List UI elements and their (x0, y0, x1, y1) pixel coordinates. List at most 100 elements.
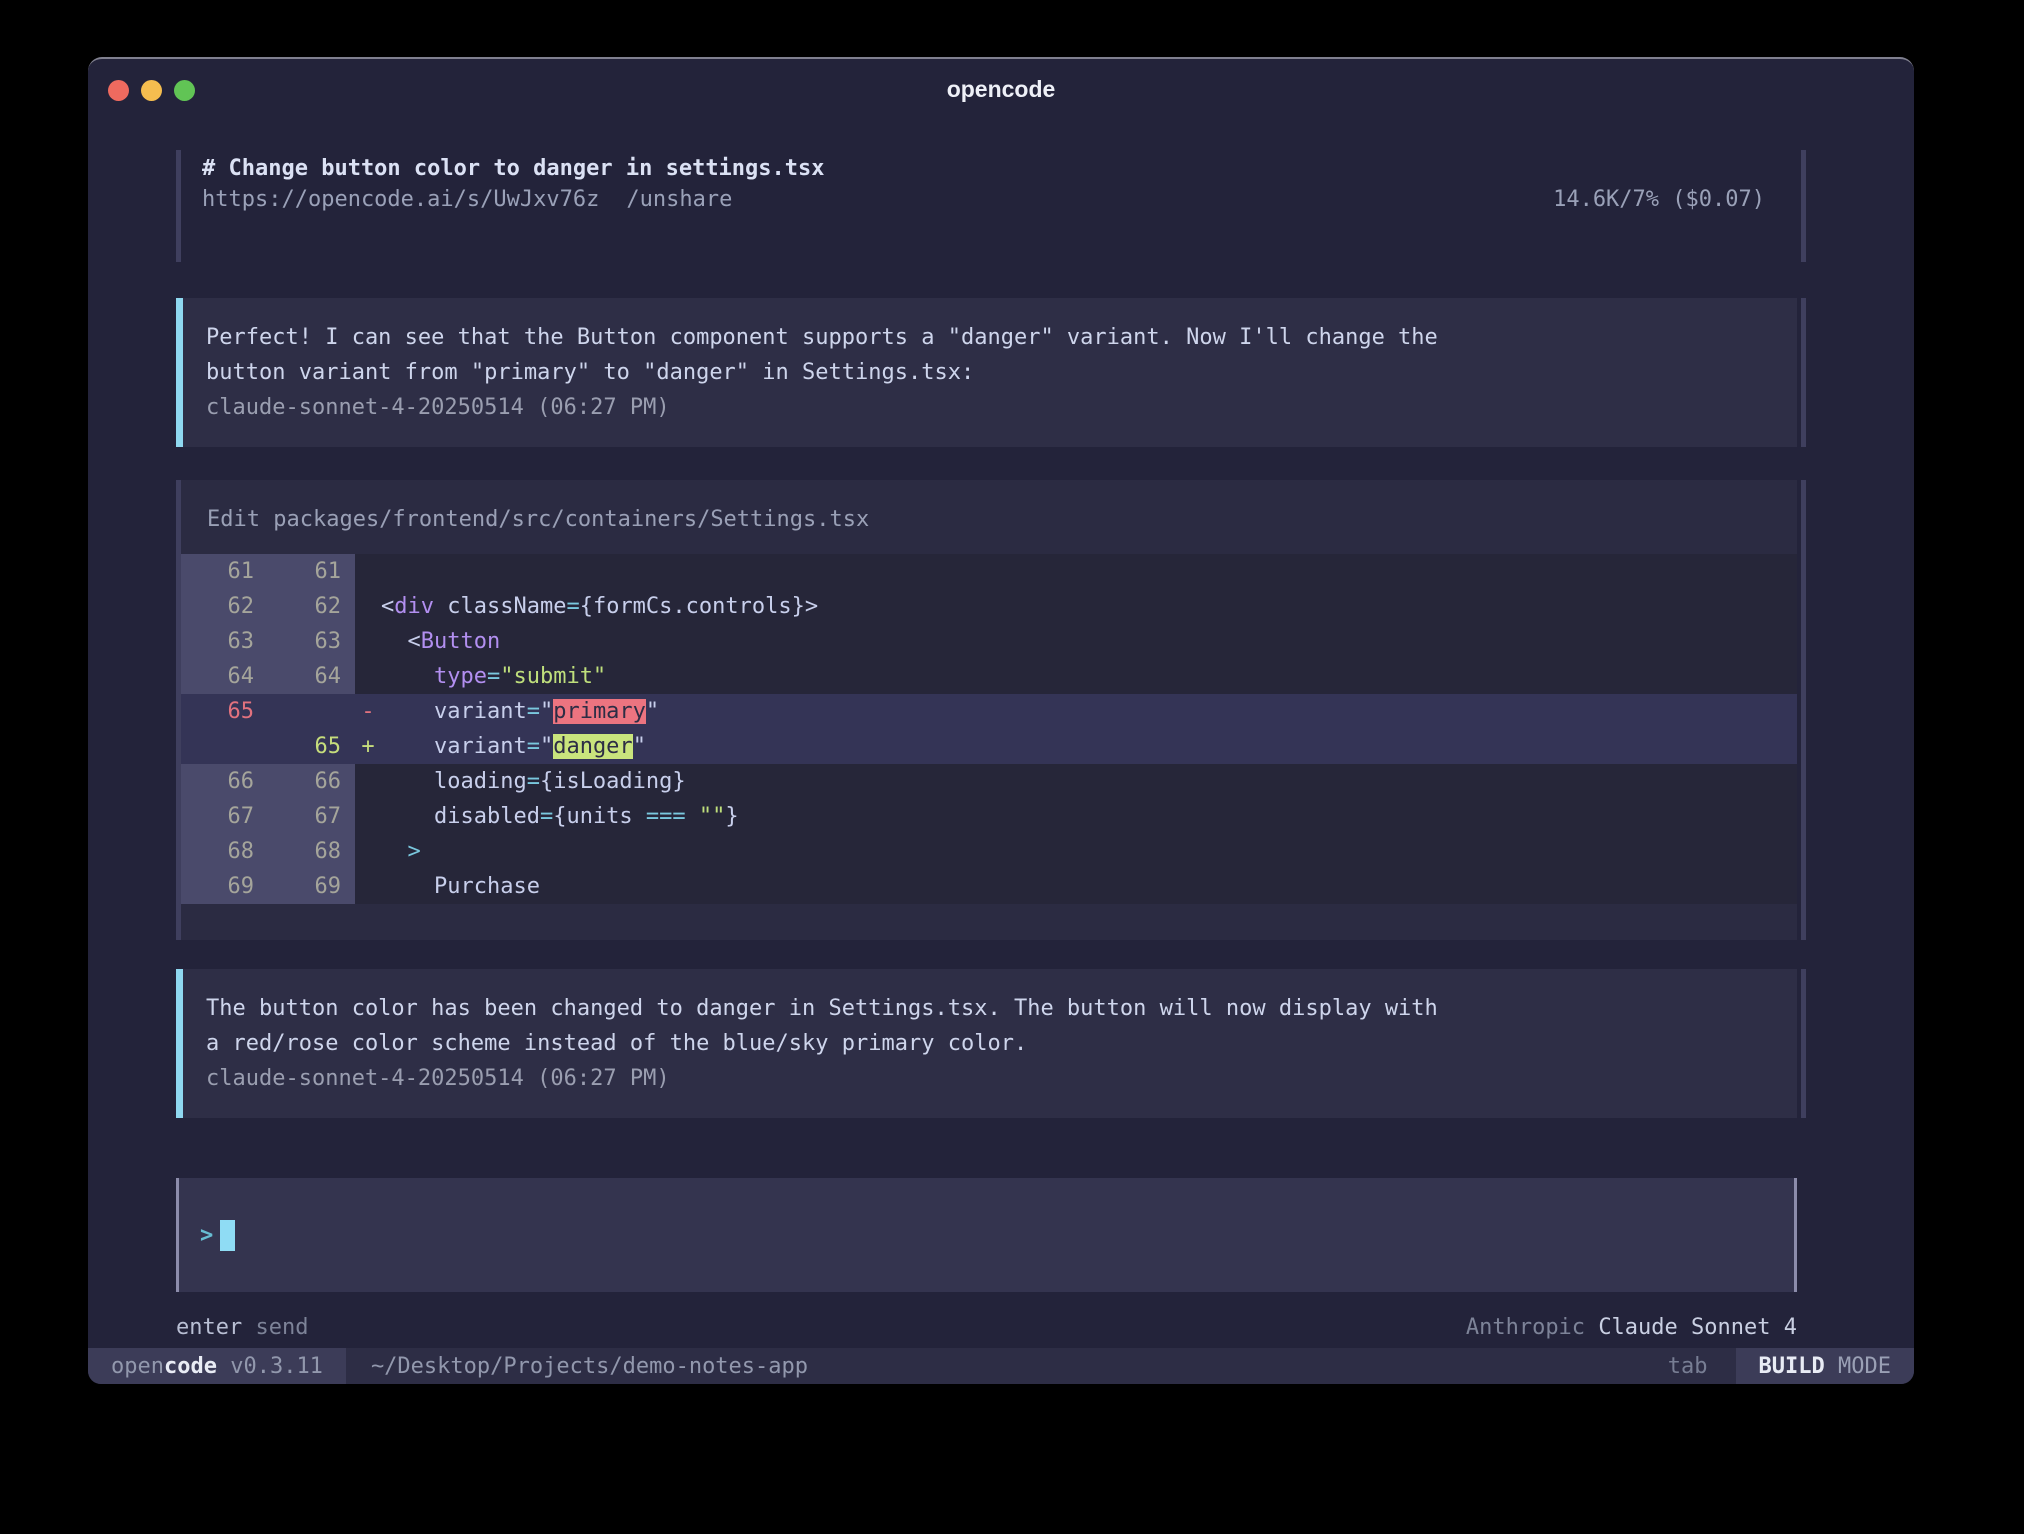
code-token: = (540, 804, 553, 829)
old-line-number: 63 (181, 624, 268, 659)
code-token (381, 699, 434, 724)
code-token: " (540, 699, 553, 724)
diff-row: 6868 > (181, 834, 1797, 869)
code-token: > (408, 839, 421, 864)
context-usage-stats: 14.6K/7% ($0.07) (1553, 185, 1765, 215)
app-name-code: code (164, 1354, 217, 1379)
code-token: < (381, 629, 421, 654)
code-token (381, 734, 434, 759)
prompt-symbol: > (200, 1223, 213, 1248)
code-token: } (725, 804, 738, 829)
diff-row: 6363 <Button (181, 624, 1797, 659)
diff-row: 6262<div className={formCs.controls}> (181, 589, 1797, 624)
app-name-open: open (111, 1354, 164, 1379)
app-version: v0.3.11 (217, 1354, 323, 1379)
code-token (381, 839, 408, 864)
tool-title: Edit packages/frontend/src/containers/Se… (181, 480, 1797, 554)
old-line-number: 62 (181, 589, 268, 624)
code-token (381, 769, 434, 794)
window-title: opencode (88, 59, 1914, 117)
old-line-number: 61 (181, 554, 268, 589)
diff-marker: + (355, 729, 381, 764)
message-text-line: The button color has been changed to dan… (206, 991, 1773, 1026)
new-line-number (268, 694, 355, 729)
share-url-link[interactable]: https://opencode.ai/s/UwJxv76z (202, 185, 599, 215)
session-header: # Change button color to danger in setti… (176, 150, 1797, 262)
new-line-number: 67 (268, 799, 355, 834)
assistant-message: Perfect! I can see that the Button compo… (176, 298, 1797, 447)
hint-row: enter send Anthropic Claude Sonnet 4 (176, 1310, 1797, 1345)
opencode-terminal-window: opencode # Change button color to danger… (88, 57, 1914, 1384)
code-token: {formCs.controls}> (580, 594, 818, 619)
code-token (686, 804, 699, 829)
code-token: " (646, 699, 659, 724)
code-token: disabled (434, 804, 540, 829)
diff-marker (355, 799, 381, 834)
diff-marker (355, 624, 381, 659)
statusbar-spacer (808, 1348, 1668, 1384)
code-line: <Button (381, 624, 1797, 659)
provider-label: Anthropic (1466, 1315, 1585, 1340)
code-line: disabled={units === ""} (381, 799, 1797, 834)
diff-row: 65+ variant="danger" (181, 729, 1797, 764)
status-bar: opencode v0.3.11 ~/Desktop/Projects/demo… (88, 1348, 1914, 1384)
new-line-number: 65 (268, 729, 355, 764)
text-cursor (220, 1220, 235, 1251)
conversation-area: # Change button color to danger in setti… (176, 117, 1797, 1345)
diff-marker (355, 589, 381, 624)
code-token: {isLoading} (540, 769, 686, 794)
old-line-number (181, 729, 268, 764)
diff-row: 6767 disabled={units === ""} (181, 799, 1797, 834)
new-line-number: 61 (268, 554, 355, 589)
code-token: loading (434, 769, 527, 794)
code-line: Purchase (381, 869, 1797, 904)
code-token (381, 664, 434, 689)
code-line: > (381, 834, 1797, 869)
new-line-number: 66 (268, 764, 355, 799)
mode-segment[interactable]: BUILD MODE (1736, 1348, 1914, 1384)
prompt-input[interactable]: > (176, 1178, 1797, 1292)
new-line-number: 68 (268, 834, 355, 869)
old-line-number: 65 (181, 694, 268, 729)
diff-view: 61616262<div className={formCs.controls}… (181, 554, 1797, 904)
diff-row: 65 - variant="primary" (181, 694, 1797, 729)
header-spacer (732, 185, 1553, 215)
unshare-command[interactable]: /unshare (626, 185, 732, 215)
diff-marker (355, 764, 381, 799)
code-line (381, 554, 1797, 589)
code-token (381, 874, 434, 899)
diff-marker (355, 659, 381, 694)
code-token: div (394, 594, 434, 619)
enter-key-label: enter (176, 1315, 242, 1340)
old-line-number: 67 (181, 799, 268, 834)
diff-marker (355, 554, 381, 589)
message-model-timestamp: claude-sonnet-4-20250514 (06:27 PM) (206, 1061, 1773, 1096)
mode-name: BUILD (1759, 1354, 1825, 1379)
code-line: variant="primary" (381, 694, 1797, 729)
model-hint: Anthropic Claude Sonnet 4 (1466, 1310, 1797, 1345)
code-token: " (540, 734, 553, 759)
diff-row: 6666 loading={isLoading} (181, 764, 1797, 799)
app-version-segment: opencode v0.3.11 (88, 1348, 346, 1384)
edit-tool-call: Edit packages/frontend/src/containers/Se… (176, 480, 1797, 940)
enter-hint: enter send (176, 1310, 308, 1345)
titlebar[interactable]: opencode (88, 59, 1914, 117)
new-line-number: 63 (268, 624, 355, 659)
code-line: loading={isLoading} (381, 764, 1797, 799)
message-text-line: button variant from "primary" to "danger… (206, 355, 1773, 390)
model-label: Claude Sonnet 4 (1598, 1315, 1797, 1340)
code-token: Purchase (434, 874, 540, 899)
code-token: = (487, 664, 500, 689)
code-token: primary (553, 699, 646, 724)
diff-marker: - (355, 694, 381, 729)
new-line-number: 62 (268, 589, 355, 624)
code-token (381, 804, 434, 829)
code-token: className (434, 594, 566, 619)
code-token: "" (699, 804, 726, 829)
code-token: = (527, 734, 540, 759)
diff-marker (355, 869, 381, 904)
code-token: = (566, 594, 579, 619)
old-line-number: 69 (181, 869, 268, 904)
code-line: variant="danger" (381, 729, 1797, 764)
code-token: danger (553, 734, 632, 759)
